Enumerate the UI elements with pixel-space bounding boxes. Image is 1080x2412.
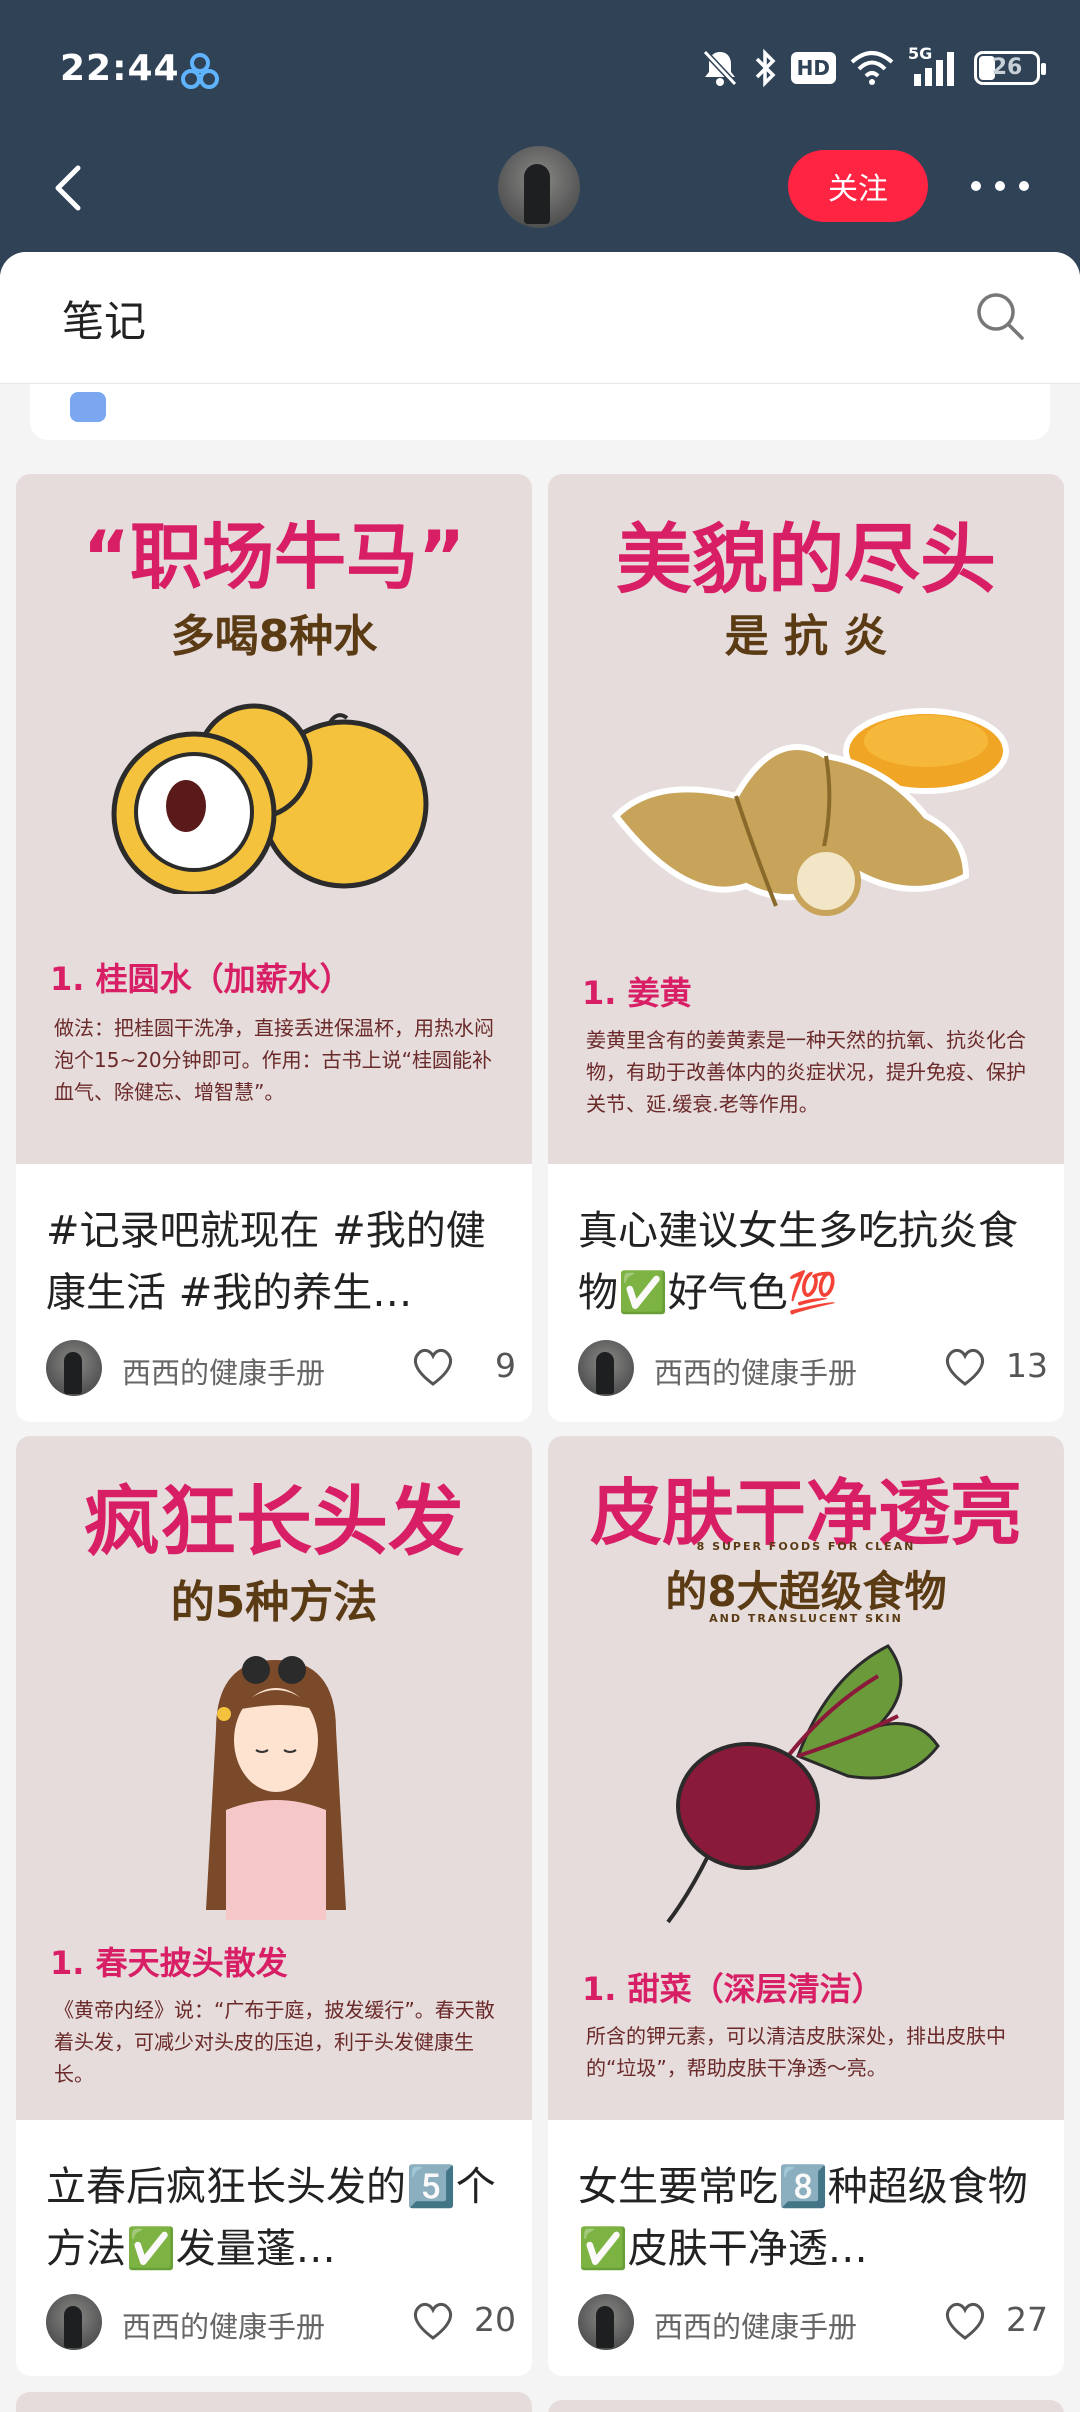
note-footer: 西西的健康手册 27 — [578, 2294, 1048, 2350]
more-options-icon[interactable] — [968, 176, 1032, 196]
bluetooth-icon — [755, 48, 776, 88]
note-footer: 西西的健康手册 20 — [46, 2294, 516, 2350]
cover-subheadline: 的5种方法 — [170, 1577, 378, 1628]
cover-item-body: 姜黄里含有的姜黄素是一种天然的抗氧、抗炎化合物，有助于改善体内的炎症状况，提升免… — [586, 1028, 1026, 1116]
follow-button[interactable]: 关注 — [788, 150, 928, 222]
note-card[interactable]: “职场牛马” 多喝8种水 1. 桂圆水（加薪水） 做法：把桂圆干洗净，直接丢进保… — [16, 474, 532, 1422]
panel-title: 笔记 — [62, 297, 147, 346]
note-footer: 西西的健康手册 13 — [578, 1340, 1048, 1396]
author-avatar — [46, 2294, 102, 2350]
author-name: 西西的健康手册 — [122, 1356, 326, 1390]
note-cover: 皮肤干净透亮 8 SUPER FOODS FOR CLEAN 的8大超级食物 A… — [548, 1436, 1064, 2120]
cover-subheadline: 的8大超级食物 — [665, 1567, 947, 1616]
app-tri-circles-icon — [181, 53, 219, 89]
note-cover: “职场牛马” 多喝8种水 1. 桂圆水（加薪水） 做法：把桂圆干洗净，直接丢进保… — [16, 474, 532, 1164]
author-avatar — [578, 2294, 634, 2350]
profile-avatar[interactable] — [498, 146, 580, 228]
note-card[interactable]: 疯狂长头发 的5种方法 1. 春天披头散发 《黄帝内经》说：“广布于庭，披发缓行… — [16, 1436, 532, 2376]
heart-icon[interactable] — [942, 2300, 988, 2342]
cover-item-heading: 1. 甜菜（深层清洁） — [582, 1970, 884, 2008]
cover-tagline-top: 8 SUPER FOODS FOR CLEAN — [696, 1540, 916, 1553]
note-card[interactable]: 美貌的尽头 是 抗 炎 1. 姜黄 姜黄里含有的姜黄素是一种天然的抗氧、抗炎化合… — [548, 474, 1064, 1422]
author-avatar — [578, 1340, 634, 1396]
next-card-peek[interactable] — [548, 2400, 1064, 2412]
author-name: 西西的健康手册 — [122, 2310, 326, 2344]
profile-header: 关注 — [0, 140, 1080, 252]
back-arrow-icon[interactable] — [44, 158, 100, 218]
longan-icon — [111, 703, 429, 894]
author-name: 西西的健康手册 — [654, 1356, 858, 1390]
like-count: 27 — [1006, 2300, 1048, 2339]
wifi-icon — [850, 51, 894, 85]
heart-icon[interactable] — [410, 2300, 456, 2342]
panel-header: 笔记 — [0, 252, 1080, 384]
cover-item-heading: 1. 春天披头散发 — [50, 1944, 288, 1982]
cover-item-body: 做法：把桂圆干洗净，直接丢进保温杯，用热水闷泡个15~20分钟即可。作用：古书上… — [54, 1016, 494, 1104]
cover-item-heading: 1. 桂圆水（加薪水） — [50, 960, 352, 998]
girl-icon — [206, 1656, 346, 1920]
note-cover: 美貌的尽头 是 抗 炎 1. 姜黄 姜黄里含有的姜黄素是一种天然的抗氧、抗炎化合… — [548, 474, 1064, 1164]
author-avatar — [46, 1340, 102, 1396]
heart-icon[interactable] — [410, 1346, 456, 1388]
note-title: 女生要常吃8️⃣种超级食物✅皮肤干净透… — [578, 2164, 1028, 2272]
like-count: 13 — [1006, 1346, 1048, 1385]
battery-icon: 26 — [974, 51, 1046, 85]
mute-bell-icon — [702, 49, 737, 87]
like-count: 20 — [474, 2300, 516, 2339]
cover-subheadline: 多喝8种水 — [170, 611, 378, 662]
note-cover: 疯狂长头发 的5种方法 1. 春天披头散发 《黄帝内经》说：“广布于庭，披发缓行… — [16, 1436, 532, 2120]
next-card-peek[interactable] — [16, 2392, 532, 2412]
status-icons: HD 5G 26 — [701, 44, 1046, 90]
cover-item-heading: 1. 姜黄 — [582, 974, 692, 1012]
notes-panel: 笔记 “职场牛马” 多喝8种水 1. 桂圆水（加薪水） 做法：把桂圆干洗净，直接… — [0, 252, 1080, 2412]
cell-signal-icon: 5G — [908, 44, 960, 88]
status-bar: 22:44 HD 5G 26 — [0, 0, 1080, 140]
cover-tagline-bottom: AND TRANSLUCENT SKIN — [709, 1612, 903, 1625]
hd-badge: HD — [790, 52, 836, 84]
cover-item-body: 所含的钾元素，可以清洁皮肤深处，排出皮肤中的“垃圾”，帮助皮肤干净透～亮。 — [586, 2024, 1006, 2080]
note-card[interactable]: 皮肤干净透亮 8 SUPER FOODS FOR CLEAN 的8大超级食物 A… — [548, 1436, 1064, 2376]
beet-icon — [666, 1644, 940, 1924]
heart-icon[interactable] — [942, 1346, 988, 1388]
turmeric-icon — [612, 708, 1009, 916]
cover-subheadline: 是 抗 炎 — [724, 611, 888, 662]
note-title: #记录吧就现在 #我的健康生活 #我的养生… — [46, 1208, 486, 1316]
cover-headline: 疯狂长头发 — [84, 1477, 464, 1566]
author-name: 西西的健康手册 — [654, 2310, 858, 2344]
battery-level: 26 — [991, 55, 1023, 80]
note-title: 立春后疯狂长头发的5️⃣个方法✅发量蓬… — [46, 2164, 496, 2272]
cover-headline: “职场牛马” — [82, 515, 466, 599]
like-count: 9 — [495, 1346, 516, 1385]
search-icon[interactable] — [974, 290, 1026, 342]
note-footer: 西西的健康手册 9 — [46, 1340, 516, 1396]
status-time: 22:44 — [60, 48, 180, 89]
cover-item-body: 《黄帝内经》说：“广布于庭，披发缓行”。春天散着头发，可减少对头皮的压迫，利于头… — [54, 1998, 495, 2086]
note-title: 真心建议女生多吃抗炎食物✅好气色💯 — [578, 1208, 1018, 1316]
cover-headline: 美貌的尽头 — [616, 515, 996, 604]
